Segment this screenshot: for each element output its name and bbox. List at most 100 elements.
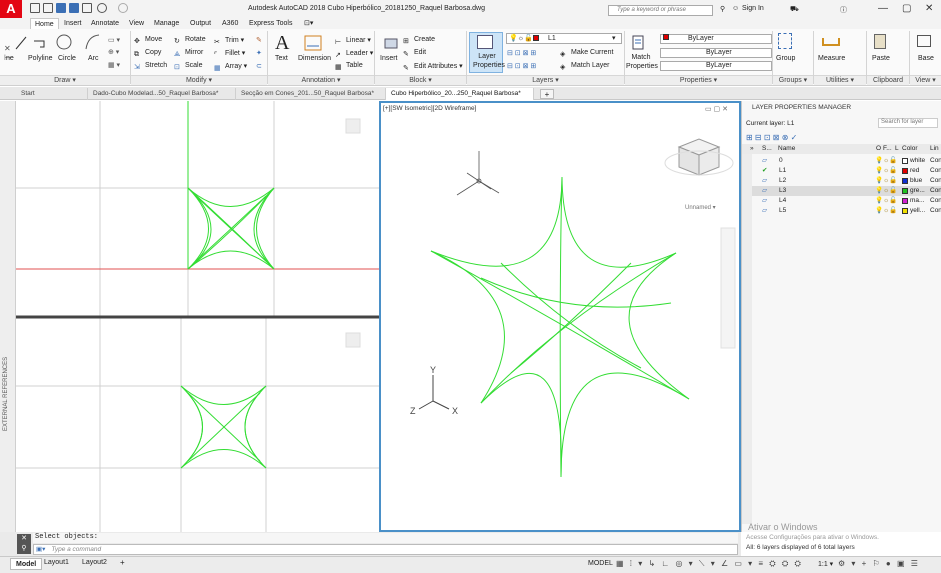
arc-button[interactable]: Arc (88, 55, 99, 62)
layout-tab-layout1[interactable]: Layout1 (44, 559, 69, 566)
col-expand-icon[interactable]: » (750, 144, 754, 154)
sign-in-button[interactable]: Sign In (742, 5, 764, 12)
layer-state-icons[interactable]: 💡☼🔓 (875, 176, 897, 186)
layer-tools2-icons[interactable]: ⊟ ⊡ ⊠ ⊞ (507, 62, 536, 70)
left-viewports[interactable] (16, 101, 379, 532)
layer-row[interactable]: ▱ L3 💡☼🔓 gre... Con (752, 186, 941, 196)
command-close-icon[interactable]: ✕ ⚲ (17, 534, 31, 554)
layer-color-swatch-icon[interactable] (902, 158, 908, 164)
drafting-toggles[interactable]: ▦ ⁞ ▾ ↳ ∟ ◎ ▾ ⟍ ▾ ∠ ▭ ▾ ≡ ⛭ ⛭ ⛭ (616, 559, 803, 569)
text-button[interactable]: Text (275, 55, 288, 62)
new-icon[interactable] (30, 3, 40, 13)
layout-tab-layout2[interactable]: Layout2 (82, 559, 107, 566)
properties-panel-title[interactable]: Properties ▾ (625, 75, 772, 85)
modify-panel-title[interactable]: Modify ▾ (131, 75, 267, 85)
doc-tab-cubo[interactable]: Cubo Hiperbólico_20...250_Raquel Barbosa… (386, 88, 534, 100)
external-references-bar[interactable]: EXTERNAL REFERENCES (0, 101, 16, 532)
undo-icon[interactable] (97, 3, 107, 13)
rotate-button[interactable]: ↻ Rotate (174, 36, 206, 46)
layout-tab-add[interactable]: + (120, 558, 125, 567)
annotation-panel-title[interactable]: Annotation ▾ (268, 75, 374, 85)
layer-status-icon[interactable]: ▱ (762, 156, 767, 166)
groups-panel-title[interactable]: Groups ▾ (773, 75, 813, 85)
doc-tab-dado[interactable]: Dado-Cubo Modelad...50_Raquel Barbosa* (88, 88, 236, 100)
layer-state-icons[interactable]: 💡☼🔓 (875, 166, 897, 176)
clipboard-panel-title[interactable]: Clipboard (867, 75, 909, 85)
table-button[interactable]: ▦ Table (335, 62, 363, 72)
view-panel-title[interactable]: View ▾ (910, 75, 941, 85)
annotation-scale[interactable]: 1:1 ▾ (818, 560, 833, 568)
layers-panel-title[interactable]: Layers ▾ (467, 75, 624, 85)
search-input[interactable]: Type a keyword or phrase (608, 5, 713, 16)
dimension-button[interactable]: Dimension (298, 55, 331, 62)
linear-button[interactable]: ⊢ Linear ▾ (335, 36, 371, 47)
layer-row[interactable]: ▱ L2 💡☼🔓 blue Con (752, 176, 941, 186)
help-icon[interactable]: ⓘ (840, 5, 847, 15)
redo-icon[interactable] (118, 3, 128, 13)
layer-status-icon[interactable]: ▱ (762, 186, 767, 196)
polyline-button[interactable]: Polyline (28, 55, 53, 62)
binoculars-icon[interactable]: ⚲ (720, 5, 725, 13)
gradient-icon[interactable]: ▦ ▾ (108, 61, 120, 69)
layer-row[interactable]: ▱ L5 💡☼🔓 yell... Con (752, 206, 941, 216)
layer-status-icon[interactable]: ▱ (762, 196, 767, 206)
tab-annotate[interactable]: Annotate (87, 18, 123, 29)
edit-attributes-button[interactable]: ✎ Edit Attributes ▾ (403, 62, 463, 73)
doc-tab-start[interactable]: Start (16, 88, 88, 100)
col-color[interactable]: Color (902, 144, 918, 154)
line-button[interactable]: ne (6, 55, 14, 62)
col-freeze[interactable]: F... (883, 144, 892, 154)
save-as-icon[interactable] (69, 3, 79, 13)
autocad-logo-icon[interactable]: A (0, 0, 22, 18)
stretch-button[interactable]: ⇲ Stretch (134, 62, 167, 72)
layer-state-icons[interactable]: 💡☼🔓 (875, 196, 897, 206)
layer-state-icons[interactable]: 💡☼🔓 (875, 186, 897, 196)
col-lock[interactable]: L (895, 144, 899, 154)
paste-button[interactable]: Paste (872, 55, 890, 62)
layer-state-icons[interactable]: 💡☼🔓 (875, 156, 897, 166)
lpm-toolbar-icons[interactable]: ⊞ ⊟ ⊡ ⊠ ⊗ ✓ (746, 133, 797, 142)
command-input[interactable]: ▣▾ Type a command (33, 544, 738, 555)
leader-button[interactable]: ↗ Leader ▾ (335, 49, 373, 60)
layer-color-swatch-icon[interactable] (902, 178, 908, 184)
erase-icon[interactable]: ✎ (256, 36, 262, 44)
utilities-panel-title[interactable]: Utilities ▾ (814, 75, 866, 85)
color-dropdown[interactable] (660, 34, 772, 44)
minimize-button[interactable]: — (878, 3, 888, 14)
layer-color-swatch-icon[interactable] (902, 168, 908, 174)
explode-icon[interactable]: ✦ (256, 49, 262, 57)
match-properties-button[interactable]: Match Properties (626, 53, 658, 71)
layer-row[interactable]: ✔ L1 💡☼🔓 red Con (752, 166, 941, 176)
copy-button[interactable]: ⧉ Copy (134, 49, 161, 60)
layer-row[interactable]: ▱ 0 💡☼🔓 white Con (752, 156, 941, 166)
layer-tools-icons[interactable]: ⊟ ⊡ ⊠ ⊞ (507, 49, 536, 57)
group-button[interactable]: Group (776, 55, 795, 62)
cart-icon[interactable]: ⛟ (790, 5, 799, 14)
layer-status-icon[interactable]: ▱ (762, 206, 767, 216)
layer-row[interactable]: ▱ L4 💡☼🔓 ma... Con (752, 196, 941, 206)
col-on[interactable]: O (876, 144, 881, 154)
measure-button[interactable]: Measure (818, 55, 845, 62)
array-button[interactable]: ▦ Array ▾ (214, 62, 247, 73)
lpm-search-input[interactable]: Search for layer (878, 118, 938, 128)
layer-state-icons[interactable]: 💡☼🔓 (875, 206, 897, 216)
doc-tab-seccao[interactable]: Secção em Cones_201...50_Raquel Barbosa* (236, 88, 386, 100)
model-space-button[interactable]: MODEL (588, 560, 613, 567)
tab-more[interactable]: ⊡▾ (300, 18, 317, 29)
new-tab-button[interactable]: + (540, 89, 554, 99)
open-icon[interactable] (43, 3, 53, 13)
tab-view[interactable]: View (125, 18, 148, 29)
layer-color-swatch-icon[interactable] (902, 208, 908, 214)
make-current-button[interactable]: ◈ Make Current (560, 49, 613, 59)
layer-status-icon[interactable]: ▱ (762, 176, 767, 186)
move-button[interactable]: ✥ Move (134, 36, 162, 46)
block-panel-title[interactable]: Block ▾ (375, 75, 466, 85)
col-name[interactable]: Name (778, 144, 795, 154)
tab-output[interactable]: Output (186, 18, 215, 29)
draw-panel-title[interactable]: Draw ▾ (0, 75, 130, 85)
tab-express-tools[interactable]: Express Tools (245, 18, 296, 29)
save-icon[interactable] (56, 3, 66, 13)
current-layer-check-icon[interactable]: ✔ (762, 166, 767, 176)
layer-color-swatch-icon[interactable] (902, 198, 908, 204)
print-icon[interactable] (82, 3, 92, 13)
